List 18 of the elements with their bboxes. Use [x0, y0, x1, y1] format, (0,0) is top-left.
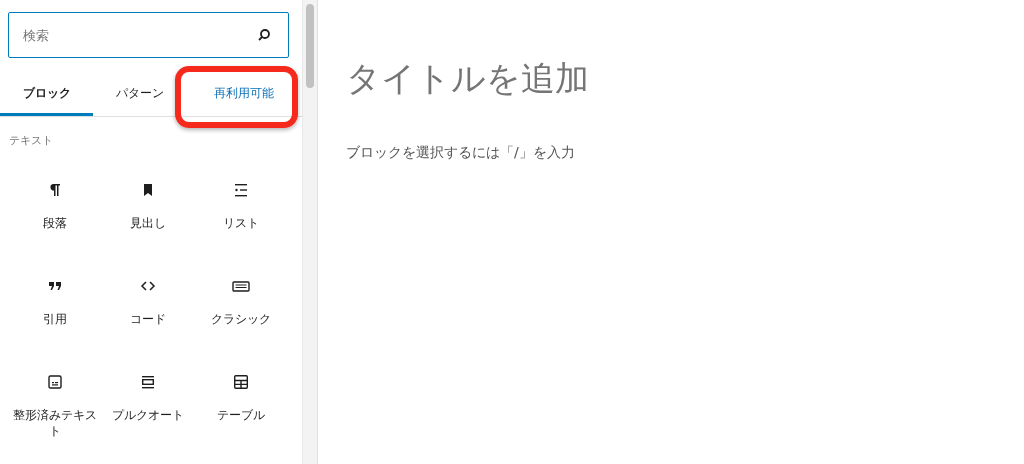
block-item[interactable]: 整形済みテキスト — [8, 372, 101, 442]
tab[interactable]: パターン — [93, 70, 186, 116]
tab[interactable]: 再利用可能 — [186, 70, 296, 116]
search-field[interactable]: 検索 — [8, 12, 289, 58]
block-item[interactable]: プルクオート — [101, 372, 194, 442]
tab[interactable]: ブロック — [0, 70, 93, 116]
title-placeholder[interactable]: タイトルを追加 — [346, 56, 1024, 102]
body-placeholder[interactable]: ブロックを選択するには「/」を入力 — [346, 144, 1024, 162]
search-icon[interactable] — [257, 28, 271, 42]
block-item[interactable]: リスト — [194, 180, 287, 250]
block-item[interactable]: 見出し — [101, 180, 194, 250]
scrollbar-thumb[interactable] — [306, 4, 314, 88]
block-item[interactable]: コード — [101, 276, 194, 346]
block-item[interactable]: テーブル — [194, 372, 287, 442]
section-title: テキスト — [9, 133, 54, 148]
block-item[interactable]: 引用 — [8, 276, 101, 346]
block-item[interactable]: 段落 — [8, 180, 101, 250]
block-item[interactable]: クラシック — [194, 276, 287, 346]
